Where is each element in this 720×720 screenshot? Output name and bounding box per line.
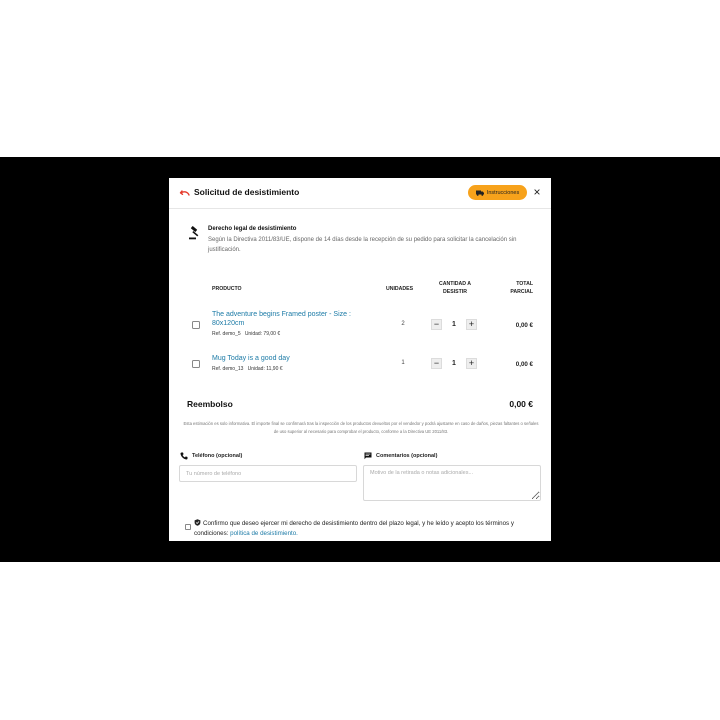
header-total-line2: PARCIAL <box>510 289 533 295</box>
header-total: TOTAL PARCIAL <box>499 280 533 296</box>
legal-title: Derecho legal de desistimiento <box>208 226 297 232</box>
row-total: 0,00 € <box>515 361 533 368</box>
quantity-minus-button[interactable]: − <box>431 358 442 369</box>
confirm-checkbox[interactable] <box>185 524 191 530</box>
row-checkbox[interactable] <box>192 321 200 329</box>
product-unit-price: Unidad: 79,00 € <box>244 331 281 337</box>
comments-label-text: Comentarios (opcional) <box>376 453 438 459</box>
shield-check-icon <box>194 519 201 526</box>
row-total: 0,00 € <box>515 322 533 329</box>
product-ref: Ref. demo_5 Unidad: 79,00 € <box>212 331 280 337</box>
refund-label: Reembolso <box>187 399 233 409</box>
product-name-link[interactable]: Mug Today is a good day <box>212 354 362 363</box>
quantity-value: 1 <box>452 321 456 328</box>
product-name-link[interactable]: The adventure begins Framed poster - Siz… <box>212 310 362 328</box>
modal-title: Solicitud de desistimiento <box>194 187 300 197</box>
phone-icon <box>180 452 188 460</box>
comments-textarea[interactable] <box>363 465 541 501</box>
quantity-value: 1 <box>452 360 456 367</box>
withdrawal-modal: Solicitud de desistimiento Instrucciones… <box>169 178 551 541</box>
truck-icon <box>475 190 484 196</box>
row-checkbox[interactable] <box>192 360 200 368</box>
close-icon[interactable]: × <box>531 184 543 200</box>
gavel-icon <box>188 226 202 240</box>
product-ref-code: Ref. demo_13 <box>212 366 244 372</box>
table-row: Mug Today is a good day Ref. demo_13 Uni… <box>169 354 551 384</box>
refund-value: 0,00 € <box>509 399 533 409</box>
refund-disclaimer: Esta estimación es solo informativa. El … <box>183 421 539 434</box>
comment-icon <box>364 452 372 460</box>
comments-field-label: Comentarios (opcional) <box>364 452 437 460</box>
product-ref: Ref. demo_13 Unidad: 11,90 € <box>212 366 283 372</box>
quantity-minus-button[interactable]: − <box>431 319 442 330</box>
undo-arrow-icon[interactable] <box>179 187 191 199</box>
product-unit-price: Unidad: 11,90 € <box>247 366 283 372</box>
product-units: 1 <box>401 360 405 366</box>
withdrawal-policy-link[interactable]: política de desistimiento. <box>230 530 298 537</box>
table-row: The adventure begins Framed poster - Siz… <box>169 310 551 340</box>
confirm-text: Confirmo que deseo ejercer mi derecho de… <box>194 519 539 538</box>
phone-field-label: Teléfono (opcional) <box>180 452 242 460</box>
phone-label-text: Teléfono (opcional) <box>192 453 243 459</box>
product-units: 2 <box>401 321 405 327</box>
legal-text: Según la Directiva 2011/83/UE, dispone d… <box>208 237 517 253</box>
quantity-plus-button[interactable]: + <box>466 319 477 330</box>
header-quantity-line2: DESISTIR <box>443 289 467 295</box>
header-units: UNIDADES <box>386 286 414 292</box>
instructions-label: Instrucciones <box>486 189 520 196</box>
header-product: PRODUCTO <box>212 286 242 292</box>
phone-input[interactable] <box>179 465 357 482</box>
modal-header: Solicitud de desistimiento Instrucciones… <box>169 178 551 209</box>
instructions-button[interactable]: Instrucciones <box>468 185 527 200</box>
header-quantity-line1: CANTIDAD A <box>438 281 472 287</box>
header-total-line1: TOTAL <box>516 281 533 287</box>
header-quantity: CANTIDAD A DESISTIR <box>431 280 479 296</box>
product-ref-code: Ref. demo_5 <box>212 331 241 337</box>
quantity-plus-button[interactable]: + <box>466 358 477 369</box>
